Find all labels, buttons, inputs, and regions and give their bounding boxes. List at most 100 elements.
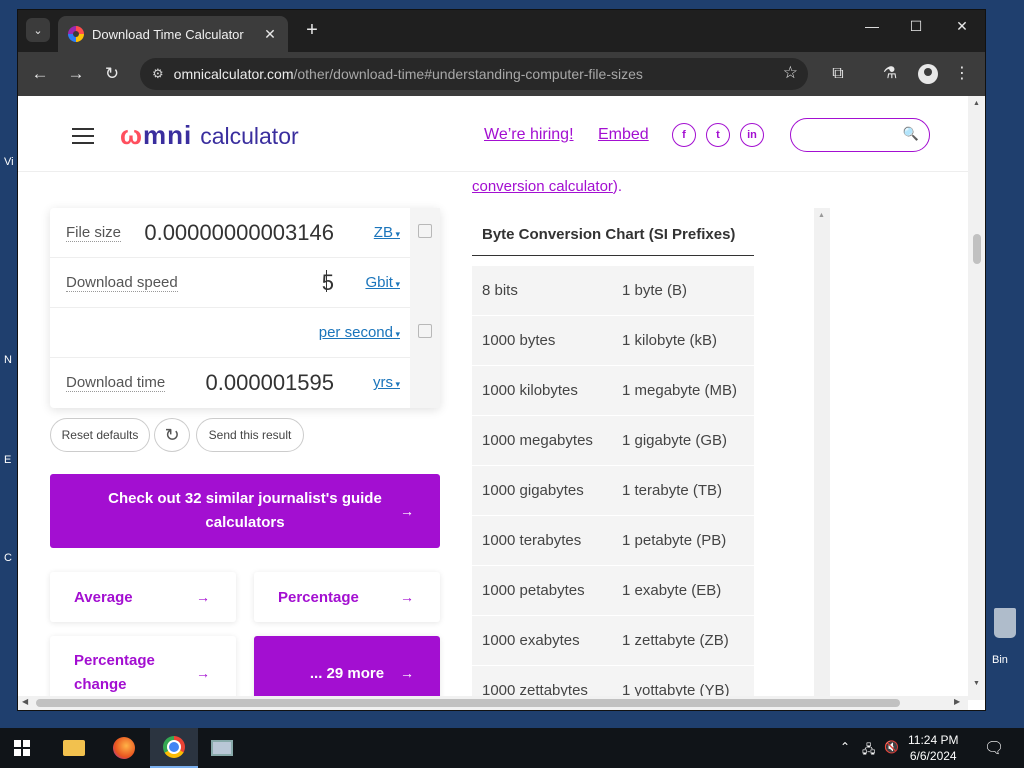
scroll-down-icon[interactable]: ▼ [973,680,980,687]
file-explorer-button[interactable] [50,728,98,768]
firefox-button[interactable] [100,728,148,768]
scroll-up-icon[interactable]: ▲ [818,212,825,219]
clock-time: 11:24 PM [908,733,959,747]
table-cell-unit: 1 gigabyte (GB) [622,432,728,449]
folder-icon [63,740,85,756]
close-window-button[interactable]: ✕ [948,18,976,35]
reload-calculator-icon[interactable]: ↻ [154,418,190,452]
horizontal-scroll-thumb[interactable] [36,699,900,707]
lock-icon[interactable] [418,224,432,238]
chrome-button[interactable] [150,728,198,768]
desktop-label: E [4,454,12,466]
hamburger-menu-icon[interactable] [72,128,94,144]
table-row: 1000 gigabytes 1 terabyte (TB) [472,466,754,516]
taskbar: ⌃ 🖧 🔇 11:24 PM 6/6/2024 🗨 [0,728,1024,768]
table-row: 1000 megabytes 1 gigabyte (GB) [472,416,754,466]
download-speed-row: Download speed 5 Gbit [50,258,410,308]
save-icon[interactable] [418,324,432,338]
scroll-right-icon[interactable]: ▶ [954,697,960,706]
speed-per-row: per second [50,308,410,358]
table-row: 1000 terabytes 1 petabyte (PB) [472,516,754,566]
reload-button[interactable]: ↻ [100,62,124,86]
table-cell-quantity: 1000 bytes [482,332,556,349]
close-tab-icon[interactable]: ✕ [262,26,278,43]
volume-muted-icon[interactable]: 🔇 [884,740,899,754]
page-horizontal-scrollbar[interactable]: ◀ ▶ [18,696,968,710]
related-label: ... 29 more [309,664,385,682]
labs-flask-icon[interactable]: ⚗ [878,62,902,86]
download-speed-input[interactable]: 5 [322,270,334,296]
conversion-table-title: Byte Conversion Chart (SI Prefixes) [472,222,754,256]
search-input[interactable]: 🔍 [790,118,930,152]
network-icon[interactable]: 🖧 [862,740,875,761]
table-cell-unit: 1 byte (B) [622,282,688,299]
profile-icon[interactable] [918,64,938,84]
show-hidden-icons-icon[interactable]: ⌃ [840,740,850,754]
vertical-scroll-thumb[interactable] [973,234,981,264]
maximize-button[interactable]: ☐ [902,18,930,35]
firefox-icon [113,737,135,759]
related-label: Average [74,588,133,606]
hiring-link[interactable]: We’re hiring! [484,126,574,144]
recycle-bin-label: Bin [992,654,1008,666]
windows-start-icon[interactable] [14,740,30,756]
tab-strip: ⌄ Download Time Calculator ✕ + — ☐ ✕ [18,10,985,52]
download-time-unit-select[interactable]: yrs [373,374,400,391]
reset-defaults-button[interactable]: Reset defaults [50,418,150,452]
arrow-right-icon: → [400,665,414,681]
forward-button[interactable]: → [64,62,88,86]
desktop-icon-labels: Vi N E C [0,120,18,680]
desktop-label: N [4,354,12,366]
embed-link[interactable]: Embed [598,126,649,144]
send-result-button[interactable]: Send this result [196,418,304,452]
table-cell-unit: 1 megabyte (MB) [622,382,738,399]
desktop-label: Vi [4,156,14,168]
menu-kebab-icon[interactable]: ⋮ [950,62,974,86]
tab-search-button[interactable]: ⌄ [26,18,50,42]
arrow-right-icon: → [196,665,210,681]
back-button[interactable]: ← [28,62,52,86]
download-time-row: Download time 0.000001595 yrs [50,358,410,408]
new-tab-button[interactable]: + [300,19,324,43]
table-row: 1000 petabytes 1 exabyte (EB) [472,566,754,616]
twitter-icon[interactable]: t [706,123,730,147]
scroll-left-icon[interactable]: ◀ [22,697,28,706]
clock-date: 6/6/2024 [909,749,957,763]
conversion-calculator-link[interactable]: conversion calculator). [472,178,622,195]
table-cell-unit: 1 exabyte (EB) [622,582,722,599]
browser-toolbar: ← → ↻ ⚙ omnicalculator.com/other/downloa… [18,52,985,96]
bookmark-star-icon[interactable]: ☆ [783,63,798,83]
linkedin-icon[interactable]: in [740,123,764,147]
similar-calculators-button[interactable]: Check out 32 similar journalist's guide … [50,474,440,548]
arrow-right-icon: → [400,589,414,605]
recycle-bin[interactable]: Bin [984,600,1024,680]
related-percentage[interactable]: Percentage → [254,572,440,622]
search-icon[interactable]: 🔍 [903,126,919,142]
file-size-input[interactable]: 0.00000000003146 [144,220,334,246]
address-bar[interactable]: ⚙ omnicalculator.com/other/download-time… [140,58,808,90]
notifications-icon[interactable]: 🗨 [984,738,1004,758]
table-row: 8 bits 1 byte (B) [472,266,754,316]
table-cell-unit: 1 petabyte (PB) [622,532,727,549]
extensions-icon[interactable]: ⧉ [826,62,850,86]
omni-logo[interactable]: ωmni calculator [120,120,299,151]
site-info-icon[interactable]: ⚙ [152,66,164,82]
scroll-up-icon[interactable]: ▲ [973,100,980,107]
tab-title: Download Time Calculator [92,26,244,42]
calculator-side-panel [410,208,440,408]
file-size-unit-select[interactable]: ZB [374,224,400,241]
time-unit-select[interactable]: per second [319,324,400,341]
table-scrollbar[interactable]: ▲ [814,208,830,710]
related-average[interactable]: Average → [50,572,236,622]
clock[interactable]: 11:24 PM 6/6/2024 [908,732,958,764]
control-panel-button[interactable] [198,728,246,768]
download-speed-unit-select[interactable]: Gbit [365,274,400,291]
tab-download-time-calculator[interactable]: Download Time Calculator ✕ [58,16,288,52]
download-time-output[interactable]: 0.000001595 [206,370,334,396]
chevron-down-icon: ⌄ [33,24,43,37]
table-row: 1000 bytes 1 kilobyte (kB) [472,316,754,366]
table-cell-unit: 1 terabyte (TB) [622,482,723,499]
facebook-icon[interactable]: f [672,123,696,147]
page-vertical-scrollbar[interactable]: ▲ ▼ [968,96,985,700]
minimize-button[interactable]: — [858,18,886,34]
